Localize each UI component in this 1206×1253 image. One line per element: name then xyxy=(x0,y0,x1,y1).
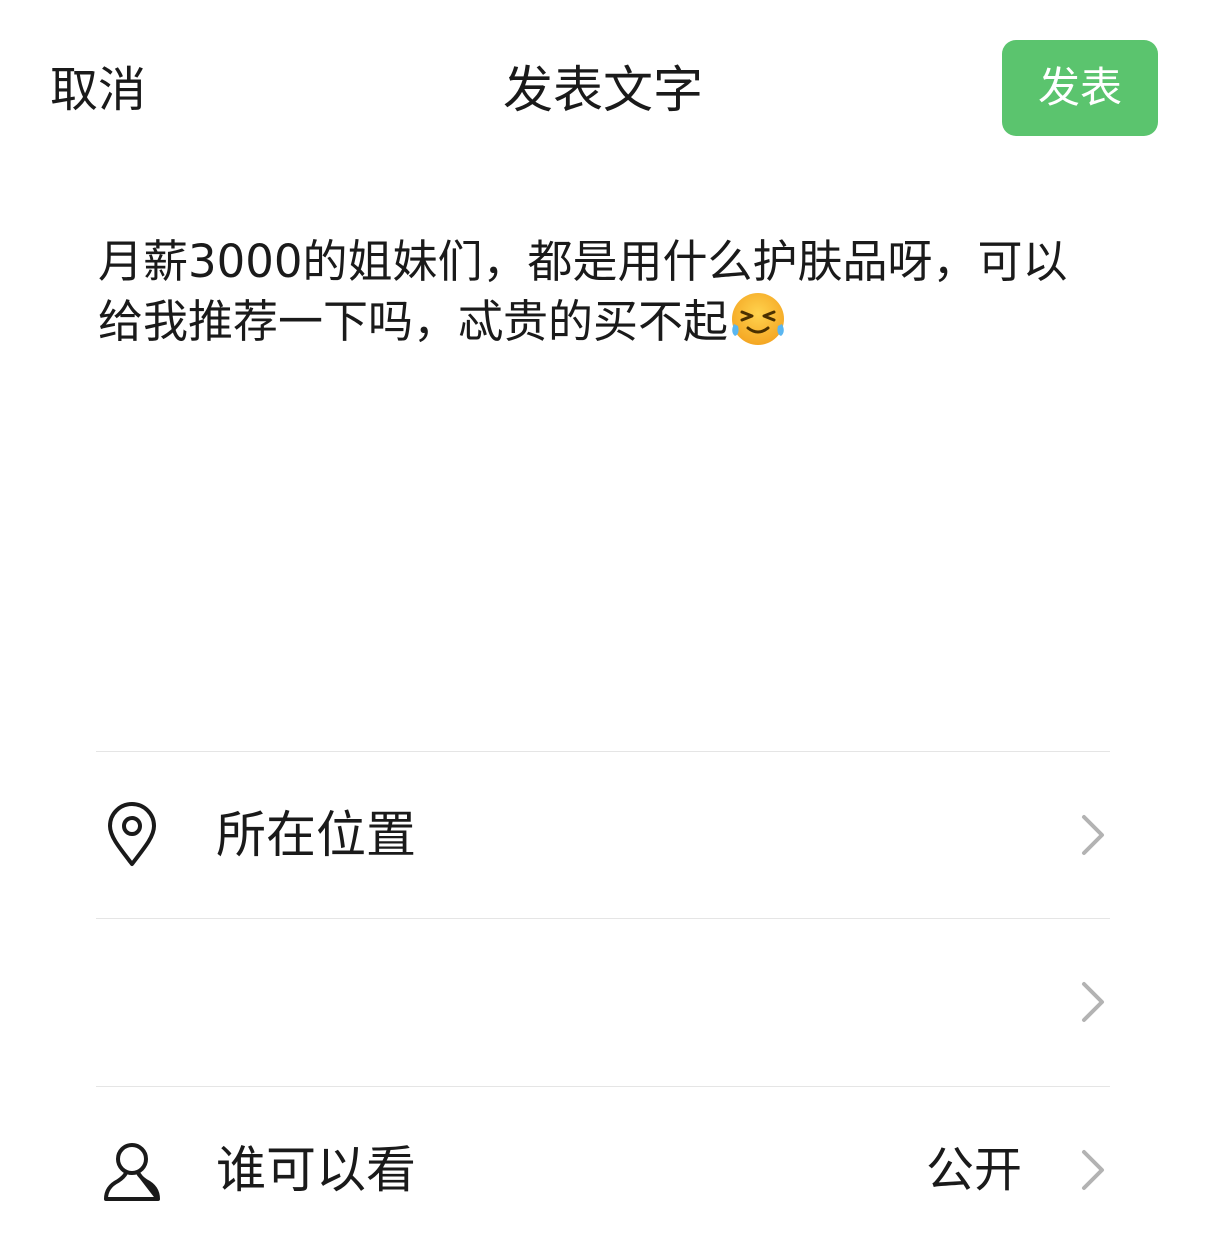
location-pin-icon xyxy=(108,802,156,866)
person-icon xyxy=(104,1143,160,1201)
chevron-right-icon xyxy=(1082,1150,1104,1190)
visibility-row[interactable]: 谁可以看 公开 xyxy=(96,1087,1110,1253)
post-text-input[interactable]: 月薪3000的姐妹们，都是用什么护肤品呀，可以给我推荐一下吗，忒贵的买不起 xyxy=(98,232,1098,352)
location-row[interactable]: 所在位置 xyxy=(96,752,1110,918)
post-text: 月薪3000的姐妹们，都是用什么护肤品呀，可以给我推荐一下吗，忒贵的买不起 xyxy=(98,235,1068,348)
crying-laughing-face-icon xyxy=(732,293,785,345)
visibility-value: 公开 xyxy=(925,1142,1022,1198)
location-label: 所在位置 xyxy=(216,806,416,864)
chevron-right-icon xyxy=(1082,982,1104,1022)
cancel-button[interactable]: 取消 xyxy=(50,60,146,120)
visibility-label: 谁可以看 xyxy=(216,1141,416,1199)
publish-button[interactable]: 发表 xyxy=(1002,40,1158,136)
top-bar: 取消 发表文字 发表 xyxy=(0,0,1206,180)
empty-option-row[interactable] xyxy=(96,919,1110,1085)
chevron-right-icon xyxy=(1082,815,1104,855)
